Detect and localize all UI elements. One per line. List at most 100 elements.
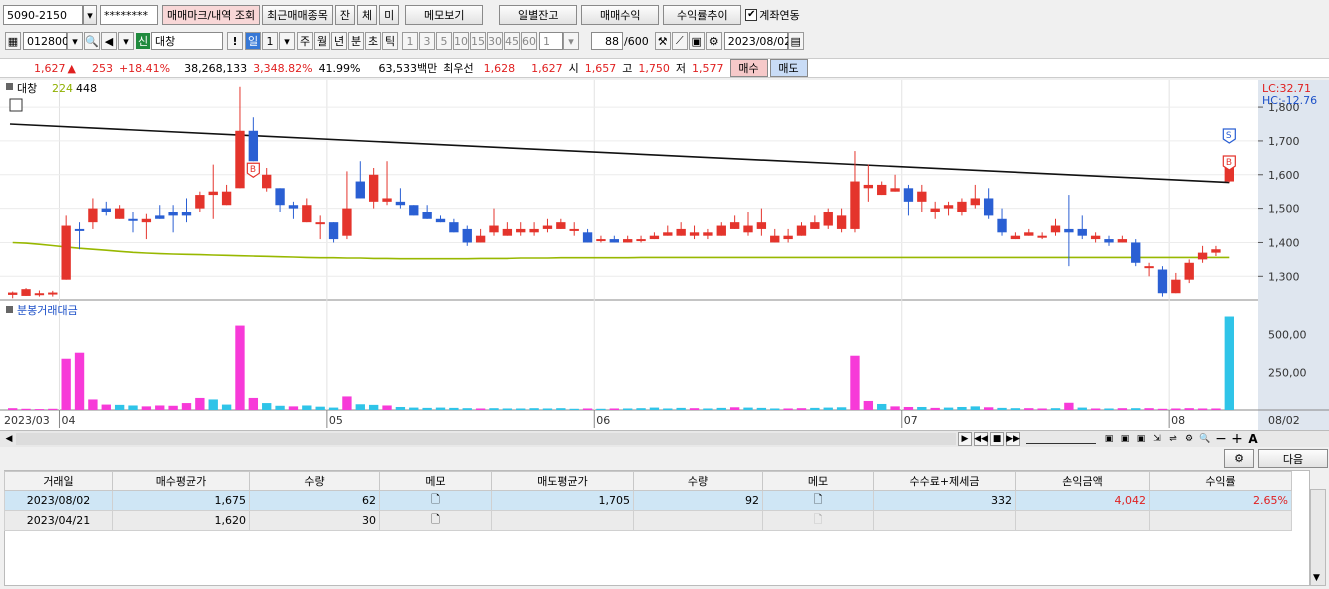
period-minute-button[interactable]: 분	[348, 32, 364, 50]
interval-3-button[interactable]: 3	[419, 32, 435, 50]
trade-profit-button[interactable]: 매매수익	[581, 5, 660, 25]
cell-sell-memo[interactable]: 🗋	[762, 510, 874, 531]
volume-bar	[8, 408, 18, 410]
unexecuted-button[interactable]: 미	[379, 5, 400, 25]
account-dropdown-icon[interactable]: ▾	[83, 5, 97, 25]
fit-icon[interactable]: ⇲	[1150, 432, 1164, 446]
chart-area[interactable]: BBS 1,800 1,700 1,600 1,500 1,400 1,300 500,00…	[0, 80, 1329, 430]
layout-icon[interactable]: ▦	[5, 32, 21, 50]
next-button[interactable]: 다음	[1258, 449, 1328, 468]
volume-bar	[1157, 408, 1168, 410]
volume-bar	[181, 403, 192, 410]
layout1-icon[interactable]: ▣	[1102, 432, 1116, 446]
layout3-icon[interactable]: ▣	[1134, 432, 1148, 446]
memo-empty-icon[interactable]: 🗋	[814, 513, 823, 526]
table-row[interactable]: 2023/04/21 1,620 30 🗋 🗋	[4, 510, 1292, 531]
sound-icon[interactable]: ◀	[101, 32, 117, 50]
cell-sell-memo[interactable]: 🗋	[762, 490, 874, 511]
zoom-slider[interactable]	[1026, 432, 1096, 444]
candle-body	[770, 235, 780, 243]
interval-10-button[interactable]: 10	[453, 32, 469, 50]
cell-buy-qty: 62	[249, 490, 380, 511]
save-icon[interactable]: ▣	[688, 32, 705, 50]
trade-mark-button[interactable]: 매매마크/내역 조회	[162, 5, 261, 25]
candle-body	[409, 205, 419, 216]
chart-svg[interactable]: BBS 1,8001,7001,6001,5001,4001,300500,00…	[0, 80, 1329, 430]
account-input[interactable]: 5090-2150	[3, 5, 83, 25]
chart-scrollbar[interactable]: ◀ ▶ ◀◀ ■ ▶▶ ▣ ▣ ▣ ⇲ ⇌ ⚙ 🔍 − + A	[0, 430, 1329, 447]
daily-balance-button[interactable]: 일별잔고	[499, 5, 578, 25]
nav-forward-icon[interactable]: ▶▶	[1006, 432, 1020, 446]
compare-icon[interactable]: ⇌	[1166, 432, 1180, 446]
interval-15-button[interactable]: 15	[470, 32, 486, 50]
nav-play-icon[interactable]: ▶	[958, 432, 972, 446]
settings-gear-icon[interactable]: ⚙	[705, 32, 722, 50]
scroll-left-icon[interactable]: ◀	[2, 432, 16, 446]
stock-name-field[interactable]: 대창	[151, 32, 223, 50]
interval-60-button[interactable]: 60	[521, 32, 537, 50]
nav-rewind-icon[interactable]: ◀◀	[974, 432, 988, 446]
interval-1-button[interactable]: 1	[402, 32, 418, 50]
memo-add-icon[interactable]: 🗋	[814, 493, 823, 506]
sound-dropdown-icon[interactable]: ▾	[118, 32, 134, 50]
trade-volume: 38,268,133	[184, 61, 248, 75]
candle-body	[636, 239, 646, 242]
code-input[interactable]: 012800	[23, 32, 69, 50]
chart-tools-icon[interactable]: ⚒	[654, 32, 671, 50]
balance-button[interactable]: 잔	[334, 5, 356, 25]
volume-bar	[623, 408, 633, 410]
period-monthly-button[interactable]: 월	[314, 32, 330, 50]
table-icon[interactable]	[9, 98, 23, 112]
candle-body	[903, 188, 914, 202]
scroll-track[interactable]	[16, 433, 956, 445]
zoom-out-icon[interactable]: −	[1214, 431, 1228, 447]
volume-bar	[235, 325, 245, 410]
executed-button[interactable]: 체	[357, 5, 378, 25]
password-input[interactable]: ********	[100, 5, 158, 25]
period-num-dropdown-icon[interactable]: ▾	[279, 32, 295, 50]
memo-view-button[interactable]: 메모보기	[405, 5, 484, 25]
table-row[interactable]: 2023/08/02 1,675 62 🗋 1,705 92 🗋 332 4,0…	[4, 490, 1292, 511]
interval-5-button[interactable]: 5	[436, 32, 452, 50]
scroll-down-icon[interactable]: ▼	[1313, 573, 1320, 583]
table-vertical-scrollbar[interactable]: ▼	[1310, 489, 1326, 586]
buy-button[interactable]: 매수	[729, 59, 768, 77]
font-size-icon[interactable]: A	[1246, 432, 1260, 446]
recent-trades-button[interactable]: 최근매매종목	[262, 5, 333, 25]
indicator-icon[interactable]: ⚙	[1182, 432, 1196, 446]
period-weekly-button[interactable]: 주	[297, 32, 313, 50]
interval-30-button[interactable]: 30	[487, 32, 503, 50]
zoom-in-icon[interactable]: +	[1230, 431, 1244, 447]
cell-buy-memo[interactable]: 🗋	[379, 490, 492, 511]
col-sell-avg: 매도평균가	[491, 471, 634, 491]
calendar-icon[interactable]: ▤	[787, 32, 804, 50]
layout2-icon[interactable]: ▣	[1118, 432, 1132, 446]
zoom-icon[interactable]: 🔍	[1198, 432, 1212, 446]
search-icon[interactable]: 🔍	[84, 32, 100, 50]
interval-45-button[interactable]: 45	[504, 32, 520, 50]
period-yearly-button[interactable]: 년	[331, 32, 347, 50]
period-daily-button[interactable]: 일	[245, 32, 261, 50]
date-input[interactable]: 2023/08/02	[723, 32, 791, 50]
volume-bar	[128, 405, 138, 410]
draw-line-icon[interactable]: ⟋	[671, 32, 688, 50]
interval-num-field[interactable]: 1	[539, 32, 563, 50]
notice-button[interactable]: !	[227, 32, 243, 50]
volume-bar	[863, 400, 874, 410]
table-header-row: 거래일 매수평균가 수량 메모 매도평균가 수량 메모 수수료+제세금 손익금액…	[4, 471, 1292, 491]
code-dropdown-icon[interactable]: ▾	[67, 32, 83, 50]
period-num-field[interactable]: 1	[262, 32, 278, 50]
account-link-checkbox[interactable]: ✔ 계좌연동	[745, 7, 800, 23]
memo-add-icon[interactable]: 🗋	[431, 493, 440, 506]
open-label: 시	[568, 62, 579, 75]
period-second-button[interactable]: 초	[365, 32, 381, 50]
cell-buy-memo[interactable]: 🗋	[379, 510, 492, 531]
nav-stop-icon[interactable]: ■	[990, 432, 1004, 446]
interval-dropdown-icon[interactable]: ▾	[563, 32, 579, 50]
sell-button[interactable]: 매도	[769, 59, 808, 77]
display-count-input[interactable]: 88	[591, 32, 623, 50]
profit-trend-button[interactable]: 수익률추이	[663, 5, 742, 25]
period-tick-button[interactable]: 틱	[382, 32, 398, 50]
table-settings-gear-icon[interactable]: ⚙	[1224, 449, 1254, 468]
memo-add-icon[interactable]: 🗋	[431, 513, 440, 526]
